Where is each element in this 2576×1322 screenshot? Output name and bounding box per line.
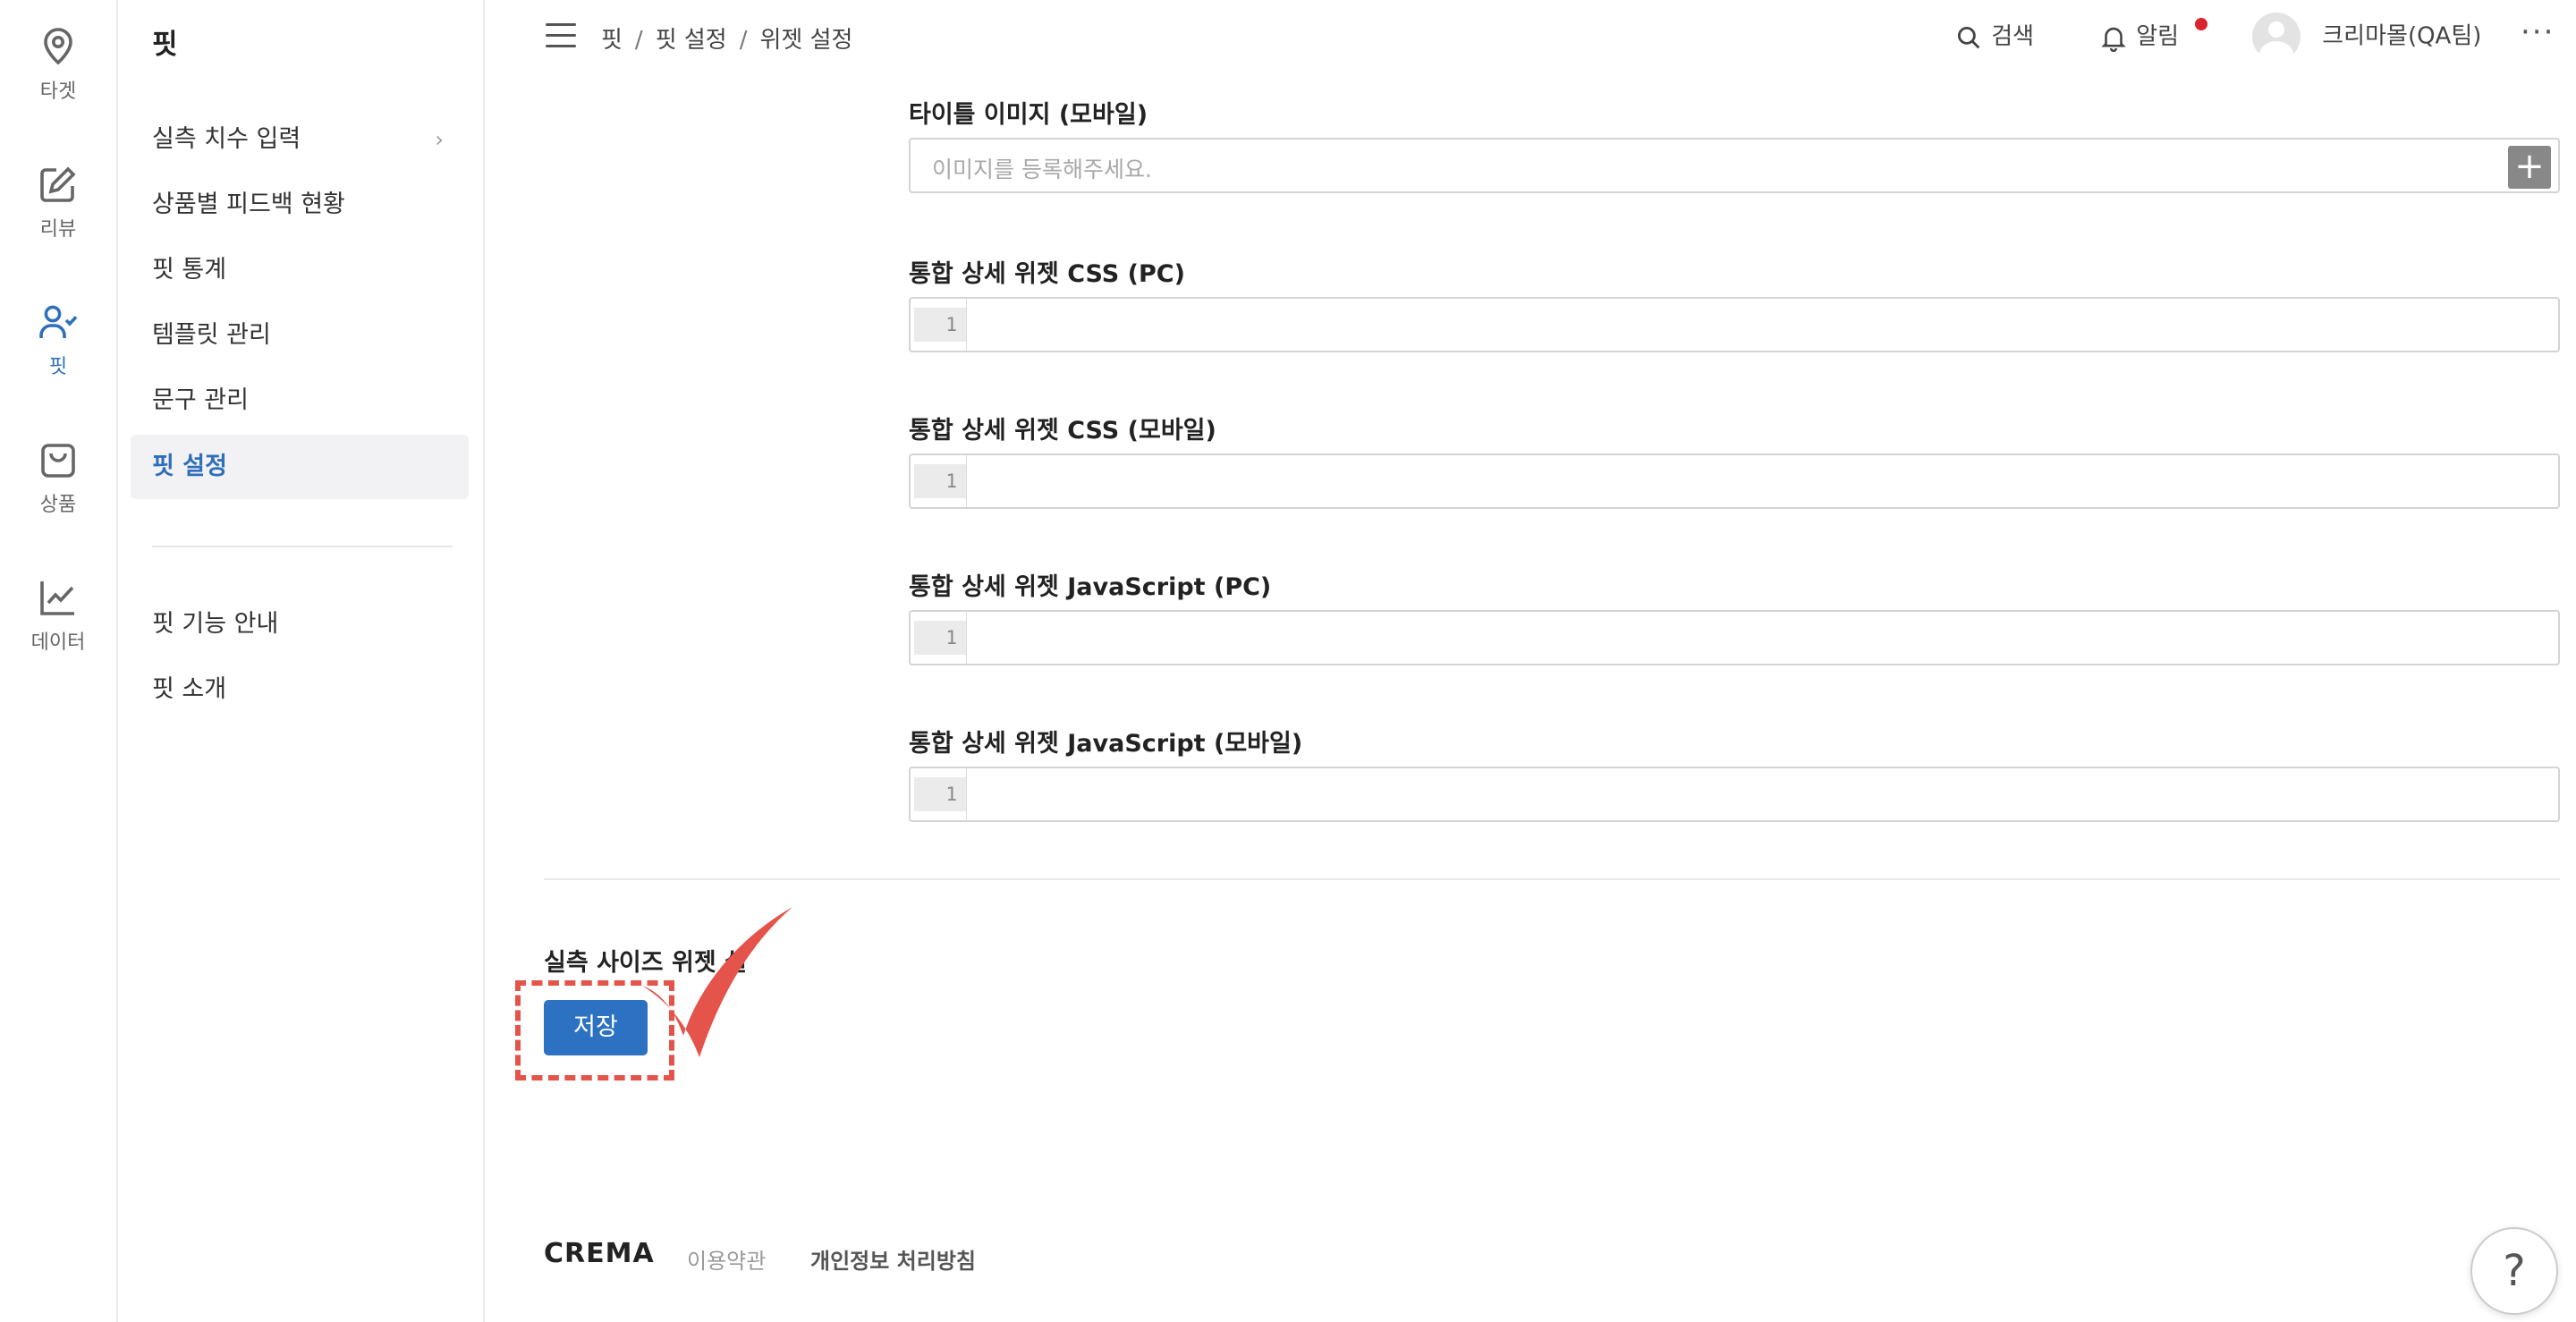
rail-label: 리뷰 (39, 218, 77, 241)
rail-item-product[interactable]: 상품 (0, 438, 116, 517)
editor-gutter: 1 (911, 612, 967, 664)
breadcrumb-separator: / (739, 27, 748, 54)
section-divider (544, 878, 2560, 880)
user-name: 크리마몰(QA팀) (2322, 22, 2482, 50)
line-number: 1 (914, 777, 966, 811)
line-number: 1 (914, 464, 966, 498)
breadcrumb-item-current: 위젯 설정 (759, 27, 853, 54)
sidebar-item-label: 템플릿 관리 (152, 321, 271, 349)
sidebar-item-label: 핏 기능 안내 (152, 610, 279, 638)
rail-label: 핏 (48, 356, 68, 378)
sidebar-item-label: 상품별 피드백 현황 (152, 191, 345, 218)
sidebar-item-fit-guide[interactable]: 핏 기능 안내 (131, 592, 469, 657)
rail-item-fit[interactable]: 핏 (0, 301, 116, 379)
rail-label: 타겟 (39, 81, 77, 103)
chevron-right-icon: › (435, 127, 444, 152)
sidebar-divider (152, 546, 453, 547)
search-icon (1957, 26, 1980, 48)
editor-gutter: 1 (911, 299, 967, 351)
line-number: 1 (914, 308, 966, 342)
sidebar-item-measurement-input[interactable]: 실측 치수 입력 › (131, 107, 469, 172)
user-check-icon (39, 305, 78, 338)
breadcrumb-item[interactable]: 핏 설정 (656, 27, 727, 54)
shopping-bag-icon (41, 444, 75, 478)
more-options-icon[interactable]: ··· (2521, 14, 2555, 50)
title-image-mobile-input[interactable]: 이미지를 등록해주세요. + (909, 138, 2560, 193)
rail-item-target[interactable]: 타겟 (0, 25, 116, 104)
image-input-placeholder: 이미지를 등록해주세요. (932, 157, 1152, 182)
help-button[interactable]: ? (2470, 1227, 2558, 1315)
hamburger-menu-icon[interactable] (546, 23, 576, 48)
js-pc-label: 통합 상세 위젯 JavaScript (PC) (909, 573, 1272, 601)
sidebar-item-product-feedback[interactable]: 상품별 피드백 현황 (131, 173, 469, 237)
search-label: 검색 (1991, 23, 2035, 50)
js-pc-editor[interactable]: 1 (909, 610, 2560, 665)
js-mobile-label: 통합 상세 위젯 JavaScript (모바일) (909, 730, 1303, 758)
avatar (2252, 13, 2301, 61)
save-button[interactable]: 저장 (544, 1000, 648, 1055)
editor-gutter: 1 (911, 768, 967, 820)
secondary-sidebar: 핏 실측 치수 입력 › 상품별 피드백 현황 핏 통계 템플릿 관리 문구 관… (118, 0, 485, 1322)
primary-nav-rail: 타겟 리뷰 핏 상품 데이터 (0, 0, 118, 1322)
rail-label: 데이터 (30, 631, 86, 654)
sidebar-item-label: 핏 설정 (152, 453, 227, 480)
section-title: 실측 사이즈 위젯 설 (544, 949, 747, 977)
sidebar-item-fit-intro[interactable]: 핏 소개 (131, 657, 469, 722)
location-pin-icon (44, 28, 72, 65)
sidebar-item-fit-settings[interactable]: 핏 설정 (131, 435, 469, 499)
css-mobile-editor[interactable]: 1 (909, 453, 2560, 509)
sidebar-title: 핏 (152, 29, 178, 61)
search-button[interactable]: 검색 (1953, 18, 2034, 53)
css-pc-label: 통합 상세 위젯 CSS (PC) (909, 260, 1185, 288)
annotation-checkmark-icon (642, 907, 792, 1057)
line-number: 1 (914, 621, 966, 655)
sidebar-item-label: 문구 관리 (152, 386, 249, 414)
bell-icon (2101, 27, 2126, 52)
terms-link[interactable]: 이용약관 (687, 1243, 766, 1275)
editor-gutter: 1 (911, 455, 967, 507)
breadcrumb-separator: / (634, 27, 643, 54)
notifications-button[interactable]: 알림 (2098, 18, 2207, 53)
rail-item-review[interactable]: 리뷰 (0, 163, 116, 242)
notification-dot (2195, 18, 2207, 30)
notifications-label: 알림 (2136, 23, 2180, 50)
css-pc-editor[interactable]: 1 (909, 297, 2560, 352)
crema-logo[interactable]: CREMA (544, 1238, 655, 1269)
breadcrumb: 핏 / 핏 설정 / 위젯 설정 (601, 21, 852, 55)
sidebar-item-label: 핏 통계 (152, 256, 227, 284)
title-image-mobile-label: 타이틀 이미지 (모바일) (909, 101, 1148, 129)
privacy-policy-link[interactable]: 개인정보 처리방침 (810, 1243, 976, 1275)
sidebar-item-template-management[interactable]: 템플릿 관리 (131, 303, 469, 368)
edit-icon (40, 166, 76, 202)
breadcrumb-item[interactable]: 핏 (601, 27, 623, 54)
rail-item-data[interactable]: 데이터 (0, 576, 116, 655)
css-mobile-label: 통합 상세 위젯 CSS (모바일) (909, 417, 1216, 445)
sidebar-item-phrase-management[interactable]: 문구 관리 (131, 369, 469, 433)
sidebar-item-label: 실측 치수 입력 (152, 125, 301, 153)
rail-label: 상품 (39, 494, 77, 516)
add-image-button[interactable]: + (2508, 146, 2551, 189)
user-menu[interactable]: 크리마몰(QA팀) (2252, 13, 2481, 61)
sidebar-item-label: 핏 소개 (152, 675, 227, 703)
js-mobile-editor[interactable]: 1 (909, 767, 2560, 822)
top-bar: 핏 / 핏 설정 / 위젯 설정 검색 알림 크리마몰(QA팀) ··· (485, 0, 2576, 75)
sidebar-item-fit-stats[interactable]: 핏 통계 (131, 238, 469, 302)
line-chart-icon (40, 581, 74, 615)
